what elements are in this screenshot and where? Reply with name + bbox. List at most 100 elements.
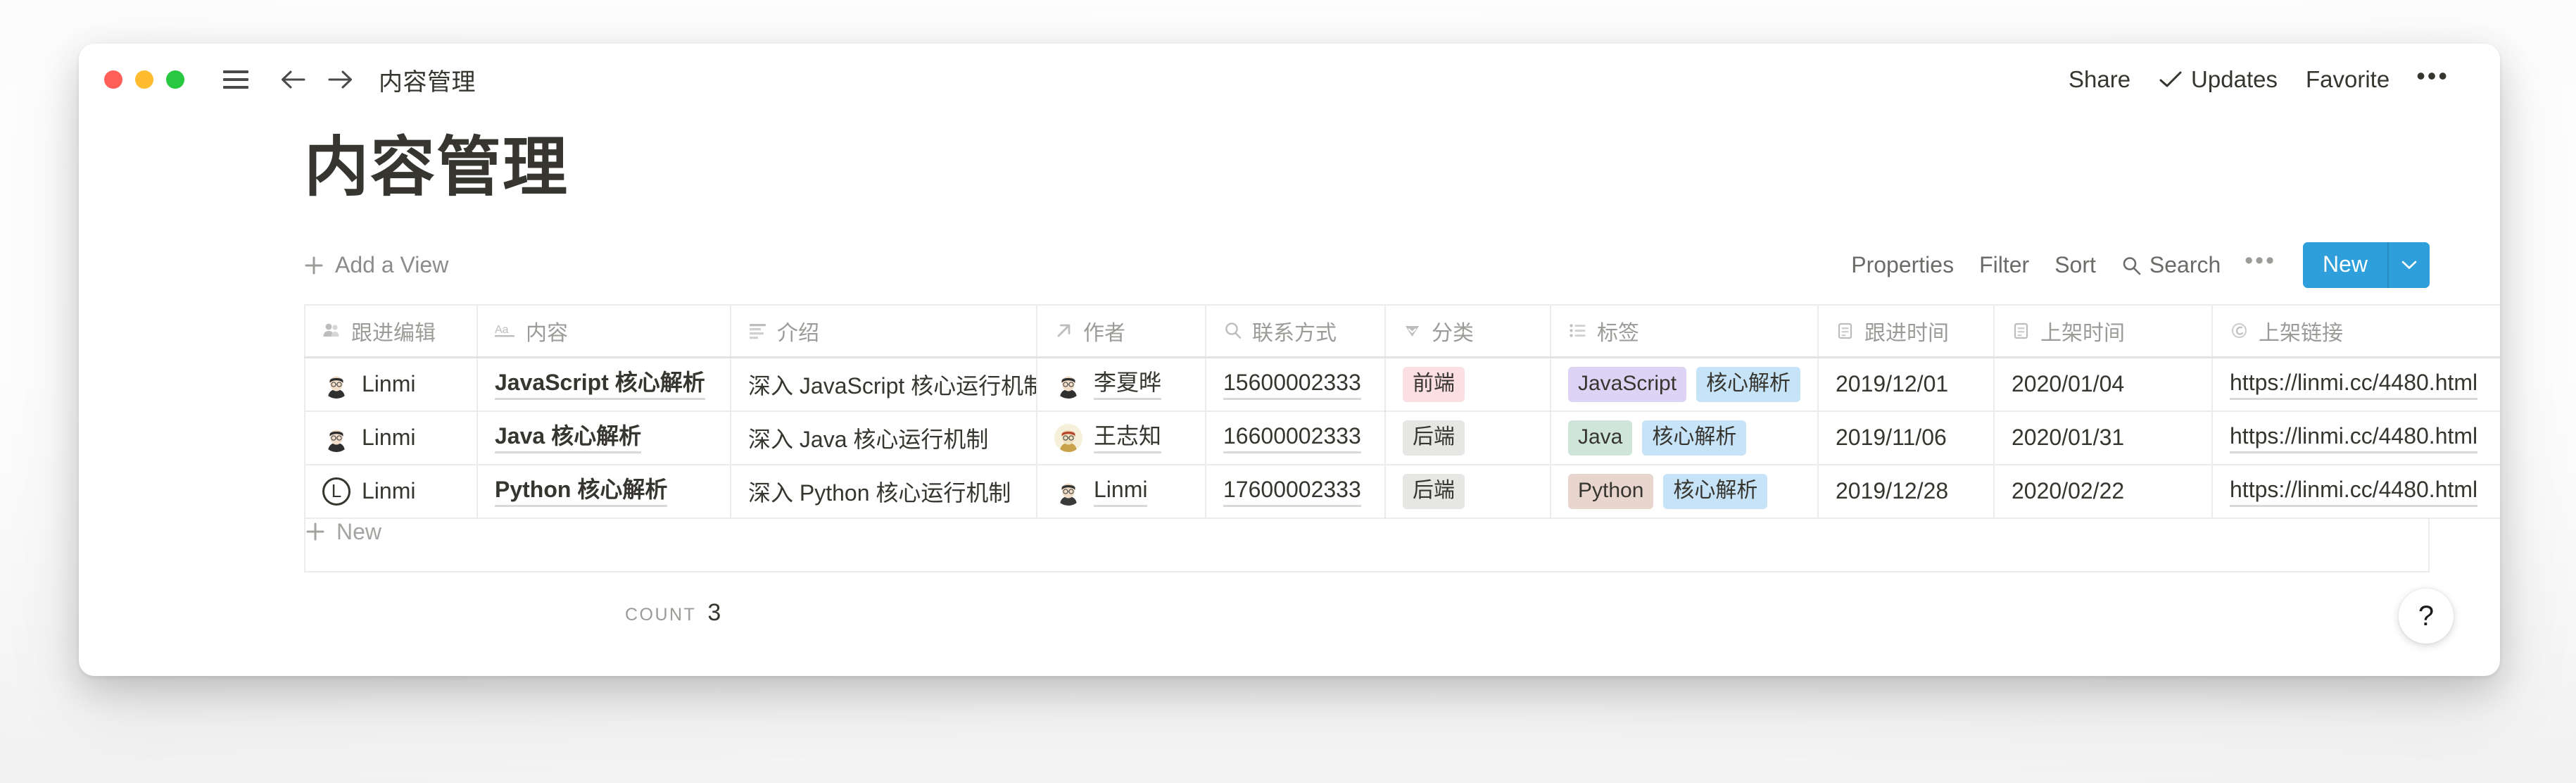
app-window: 内容管理 Share Updates Favorite ••• 内容管理 Add… — [79, 44, 2500, 676]
paragraph-icon — [748, 321, 767, 340]
new-row-button[interactable]: New — [304, 518, 2430, 572]
filter-button[interactable]: Filter — [1966, 246, 2042, 284]
content-title-link[interactable]: Java 核心解析 — [495, 422, 642, 454]
properties-label: Properties — [1851, 252, 1955, 278]
author-name-link[interactable]: Linmi — [1094, 475, 1148, 508]
search-icon — [2121, 256, 2141, 275]
cell-intro[interactable]: 深入 JavaScript 核心运行机制 — [731, 357, 1037, 412]
editor-name: Linmi — [362, 371, 416, 397]
multi-select-icon — [1568, 321, 1587, 340]
cell-author[interactable]: 王志知 — [1037, 411, 1206, 465]
content-title-link[interactable]: JavaScript 核心解析 — [495, 368, 705, 401]
database-table: 跟进编辑 Aa 内容 介绍 作者 联系方式 分类 标签 跟进时间 上架时间 上架… — [304, 303, 2500, 519]
column-header-content[interactable]: Aa 内容 — [477, 303, 731, 358]
cell-link[interactable]: https://linmi.cc/4480.html — [2212, 357, 2500, 412]
share-label: Share — [2068, 66, 2131, 92]
add-view-button[interactable]: Add a View — [304, 252, 448, 278]
share-button[interactable]: Share — [2054, 59, 2145, 100]
cell-link[interactable]: https://linmi.cc/4480.html — [2212, 464, 2500, 519]
navigate-forward-icon[interactable] — [327, 68, 355, 92]
text-aa-icon: Aa — [495, 321, 516, 340]
cell-author[interactable]: Linmi — [1037, 464, 1206, 519]
cell-category[interactable]: 后端 — [1385, 411, 1551, 465]
content-title-link[interactable]: Python 核心解析 — [495, 475, 668, 508]
column-header-author[interactable]: 作者 — [1037, 303, 1206, 358]
table-row[interactable]: Linmi Java 核心解析 深入 Java 核心运行机制 王志知 166000023… — [304, 411, 2500, 465]
cell-content[interactable]: Java 核心解析 — [477, 411, 731, 465]
new-button-group: New — [2302, 242, 2430, 289]
minimize-window-icon[interactable] — [135, 70, 153, 89]
navigate-back-icon[interactable] — [279, 68, 307, 92]
window-titlebar: 内容管理 Share Updates Favorite ••• — [79, 44, 2500, 115]
chevron-down-icon[interactable] — [2387, 242, 2430, 289]
column-header-follow-date[interactable]: 跟进时间 — [1818, 303, 1995, 358]
column-header-editor[interactable]: 跟进编辑 — [304, 303, 478, 358]
publish-link[interactable]: https://linmi.cc/4480.html — [2230, 368, 2478, 401]
avatar — [322, 370, 351, 399]
favorite-label: Favorite — [2305, 66, 2390, 92]
breadcrumb[interactable]: 内容管理 — [379, 63, 476, 97]
cell-publish-date[interactable]: 2020/02/22 — [1994, 464, 2213, 519]
cell-link[interactable]: https://linmi.cc/4480.html — [2212, 411, 2500, 465]
add-view-label: Add a View — [335, 252, 449, 278]
column-header-intro[interactable]: 介绍 — [731, 303, 1037, 358]
column-header-label: 跟进时间 — [1864, 321, 1949, 345]
cell-editor[interactable]: Linmi — [304, 411, 478, 465]
cell-category[interactable]: 前端 — [1385, 357, 1551, 412]
cell-content[interactable]: Python 核心解析 — [477, 464, 731, 519]
column-header-link[interactable]: 上架链接 — [2212, 303, 2500, 358]
cell-intro[interactable]: 深入 Python 核心运行机制 — [731, 464, 1037, 519]
updates-button[interactable]: Updates — [2145, 59, 2292, 100]
avatar — [1054, 423, 1082, 452]
cell-editor[interactable]: Linmi — [304, 357, 478, 412]
column-header-label: 上架链接 — [2259, 321, 2343, 345]
cell-follow-date[interactable]: 2019/12/01 — [1818, 357, 1995, 412]
arrow-up-right-icon — [1054, 321, 1073, 340]
column-header-tags[interactable]: 标签 — [1551, 303, 1819, 358]
count-summary[interactable]: COUNT 3 — [79, 599, 2500, 627]
cell-intro[interactable]: 深入 Java 核心运行机制 — [731, 411, 1037, 465]
column-header-contact[interactable]: 联系方式 — [1206, 303, 1386, 358]
maximize-window-icon[interactable] — [166, 70, 184, 89]
table-row[interactable]: L Linmi Python 核心解析 深入 Python 核心运行机制 Linmi 17… — [304, 464, 2500, 519]
cell-tags[interactable]: Python 核心解析 — [1551, 464, 1819, 519]
cell-contact[interactable]: 17600002333 — [1206, 464, 1386, 519]
window-more-options-icon[interactable]: ••• — [2404, 63, 2462, 94]
column-header-category[interactable]: 分类 — [1385, 303, 1551, 358]
hamburger-menu-icon[interactable] — [222, 69, 249, 90]
tag-chip: Python — [1568, 474, 1654, 509]
cell-contact[interactable]: 15600002333 — [1206, 357, 1386, 412]
cell-follow-date[interactable]: 2019/11/06 — [1818, 411, 1995, 465]
cell-publish-date[interactable]: 2020/01/04 — [1994, 357, 2213, 412]
cell-tags[interactable]: Java 核心解析 — [1551, 411, 1819, 465]
new-button[interactable]: New — [2302, 242, 2387, 289]
cell-publish-date[interactable]: 2020/01/31 — [1994, 411, 2213, 465]
column-header-label: 分类 — [1432, 321, 1474, 345]
table-header: 跟进编辑 Aa 内容 介绍 作者 联系方式 分类 标签 跟进时间 上架时间 上架… — [304, 303, 2500, 358]
column-header-label: 标签 — [1597, 321, 1639, 345]
cell-author[interactable]: 李夏晔 — [1037, 357, 1206, 412]
new-row-label: New — [336, 518, 382, 544]
select-dropdown-icon — [1403, 321, 1422, 340]
cell-contact[interactable]: 16600002333 — [1206, 411, 1386, 465]
cell-follow-date[interactable]: 2019/12/28 — [1818, 464, 1995, 519]
sort-button[interactable]: Sort — [2042, 246, 2109, 284]
table-row[interactable]: Linmi JavaScript 核心解析 深入 JavaScript 核心运行机制… — [304, 357, 2500, 412]
author-name-link[interactable]: 李夏晔 — [1094, 368, 1162, 401]
help-button[interactable]: ? — [2399, 589, 2454, 644]
cell-content[interactable]: JavaScript 核心解析 — [477, 357, 731, 412]
column-header-publish-date[interactable]: 上架时间 — [1994, 303, 2213, 358]
author-name-link[interactable]: 王志知 — [1094, 422, 1162, 454]
properties-button[interactable]: Properties — [1838, 246, 1966, 284]
cell-category[interactable]: 后端 — [1385, 464, 1551, 519]
close-window-icon[interactable] — [104, 70, 122, 89]
view-more-options-icon[interactable]: ••• — [2233, 249, 2287, 277]
favorite-button[interactable]: Favorite — [2292, 59, 2404, 100]
page-content: 内容管理 Add a View Properties Filter Sort S… — [79, 131, 2500, 627]
filter-label: Filter — [1979, 252, 2030, 278]
search-button[interactable]: Search — [2109, 246, 2233, 284]
cell-tags[interactable]: JavaScript 核心解析 — [1551, 357, 1819, 412]
publish-link[interactable]: https://linmi.cc/4480.html — [2230, 422, 2478, 454]
cell-editor[interactable]: L Linmi — [304, 464, 478, 519]
publish-link[interactable]: https://linmi.cc/4480.html — [2230, 475, 2478, 508]
